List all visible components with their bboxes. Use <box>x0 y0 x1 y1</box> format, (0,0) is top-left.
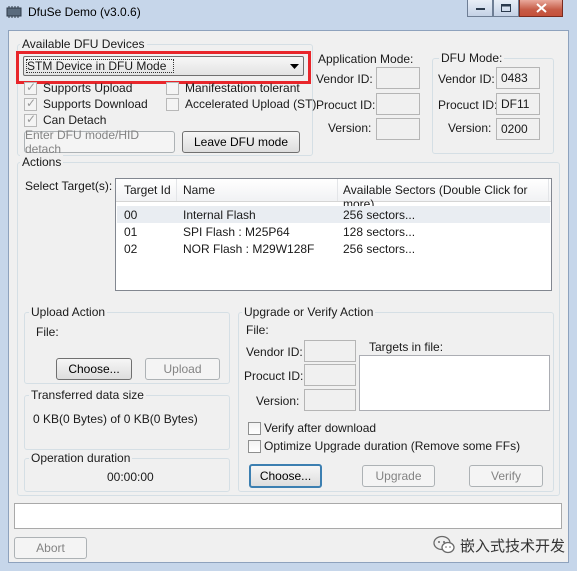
target-id-cell: 00 <box>124 208 138 222</box>
upgrade-button[interactable]: Upgrade <box>362 465 435 487</box>
targets-in-file-label: Targets in file: <box>369 340 444 354</box>
verify-after-download-checkbox[interactable] <box>248 422 261 435</box>
table-row[interactable]: 02 NOR Flash : M29W128F 256 sectors... <box>117 240 550 257</box>
leave-dfu-button[interactable]: Leave DFU mode <box>182 131 300 153</box>
dfu-version-label: Version: <box>448 121 492 135</box>
upgrade-version-field <box>304 389 356 411</box>
title-bar[interactable]: DfuSe Demo (v3.0.6) <box>0 0 577 26</box>
app-vendor-id-label: Vendor ID: <box>316 72 373 86</box>
manifestation-tolerant-label: Manifestation tolerant <box>185 81 300 95</box>
check-icon: ✓ <box>26 112 37 126</box>
minimize-icon <box>475 8 485 10</box>
actions-group-label: Actions <box>20 155 64 169</box>
verify-button[interactable]: Verify <box>469 465 543 487</box>
app-icon <box>6 6 22 18</box>
target-sectors-cell: 128 sectors... <box>343 225 416 239</box>
dfu-product-id-field: DF11 <box>496 93 540 115</box>
col-target-id[interactable]: Target Id <box>124 183 171 197</box>
upgrade-file-label: File: <box>246 323 269 337</box>
supports-download-checkbox[interactable]: ✓ <box>24 96 37 111</box>
upgrade-version-label: Version: <box>256 394 300 408</box>
highlight-annotation <box>16 51 311 84</box>
close-button[interactable] <box>519 0 563 17</box>
supports-upload-label: Supports Upload <box>43 81 133 95</box>
app-version-field <box>376 118 420 140</box>
dfu-version-field: 0200 <box>496 118 540 140</box>
upgrade-group-label: Upgrade or Verify Action <box>242 305 376 319</box>
targets-in-file-list[interactable] <box>359 355 550 411</box>
enter-dfu-button[interactable]: Enter DFU mode/HID detach <box>24 128 175 156</box>
upload-group-label: Upload Action <box>29 305 108 319</box>
duration-value: 00:00:00 <box>107 470 154 484</box>
column-separator[interactable] <box>548 179 549 201</box>
maximize-icon <box>501 4 511 12</box>
devices-group-label: Available DFU Devices <box>20 37 147 51</box>
status-bar <box>14 503 562 529</box>
target-id-cell: 02 <box>124 242 138 256</box>
upload-file-label: File: <box>36 325 59 339</box>
check-icon: ✓ <box>26 80 37 94</box>
targets-list-header: Target Id Name Available Sectors (Double… <box>116 179 551 211</box>
wechat-logo-icon <box>433 535 455 554</box>
app-mode-label: Application Mode: <box>318 52 414 66</box>
app-version-label: Version: <box>328 121 372 135</box>
dfu-product-id-label: Procuct ID: <box>438 98 498 112</box>
target-name-cell: NOR Flash : M29W128F <box>183 242 315 256</box>
supports-upload-checkbox[interactable]: ✓ <box>24 80 37 95</box>
upgrade-vendor-id-field <box>304 340 356 362</box>
target-name-cell: SPI Flash : M25P64 <box>183 225 290 239</box>
table-row[interactable]: 01 SPI Flash : M25P64 128 sectors... <box>117 223 550 240</box>
dfu-mode-label: DFU Mode: <box>439 51 505 65</box>
col-name[interactable]: Name <box>183 183 215 197</box>
app-product-id-label: Procuct ID: <box>316 98 376 112</box>
maximize-button[interactable] <box>493 0 519 17</box>
app-vendor-id-field <box>376 67 420 89</box>
upgrade-vendor-id-label: Vendor ID: <box>246 345 303 359</box>
upload-choose-button[interactable]: Choose... <box>56 358 132 380</box>
app-window: DfuSe Demo (v3.0.6) Available DFU Device… <box>0 0 577 571</box>
transferred-value: 0 KB(0 Bytes) of 0 KB(0 Bytes) <box>33 412 198 426</box>
supports-download-label: Supports Download <box>43 97 148 111</box>
can-detach-label: Can Detach <box>43 113 107 127</box>
window-title: DfuSe Demo (v3.0.6) <box>28 5 141 19</box>
accelerated-upload-checkbox[interactable] <box>166 98 179 111</box>
upgrade-product-id-label: Procuct ID: <box>244 369 304 383</box>
target-id-cell: 01 <box>124 225 138 239</box>
target-sectors-cell: 256 sectors... <box>343 208 416 222</box>
close-icon <box>535 3 547 13</box>
table-row[interactable]: 00 Internal Flash 256 sectors... <box>117 206 550 223</box>
dfu-vendor-id-label: Vendor ID: <box>438 72 495 86</box>
watermark-text: 嵌入式技术开发 <box>460 538 566 555</box>
column-separator[interactable] <box>337 179 338 201</box>
optimize-upgrade-checkbox[interactable] <box>248 440 261 453</box>
can-detach-checkbox[interactable]: ✓ <box>24 112 37 127</box>
accelerated-upload-label: Accelerated Upload (ST) <box>185 97 317 111</box>
upgrade-choose-button[interactable]: Choose... <box>249 464 322 488</box>
app-product-id-field <box>376 93 420 115</box>
targets-list[interactable]: Target Id Name Available Sectors (Double… <box>115 178 552 291</box>
target-sectors-cell: 256 sectors... <box>343 242 416 256</box>
upgrade-product-id-field <box>304 364 356 386</box>
check-icon: ✓ <box>26 96 37 110</box>
column-separator[interactable] <box>176 179 177 201</box>
abort-button[interactable]: Abort <box>14 537 87 559</box>
manifestation-tolerant-checkbox[interactable] <box>166 82 179 95</box>
verify-after-download-label: Verify after download <box>264 421 377 435</box>
duration-group-label: Operation duration <box>29 451 133 465</box>
target-name-cell: Internal Flash <box>183 208 256 222</box>
minimize-button[interactable] <box>467 0 493 17</box>
upload-button[interactable]: Upload <box>145 358 220 380</box>
dfu-vendor-id-field: 0483 <box>496 67 540 89</box>
transferred-group-label: Transferred data size <box>29 388 146 402</box>
select-targets-label: Select Target(s): <box>25 179 113 193</box>
optimize-upgrade-label: Optimize Upgrade duration (Remove some F… <box>264 439 521 453</box>
